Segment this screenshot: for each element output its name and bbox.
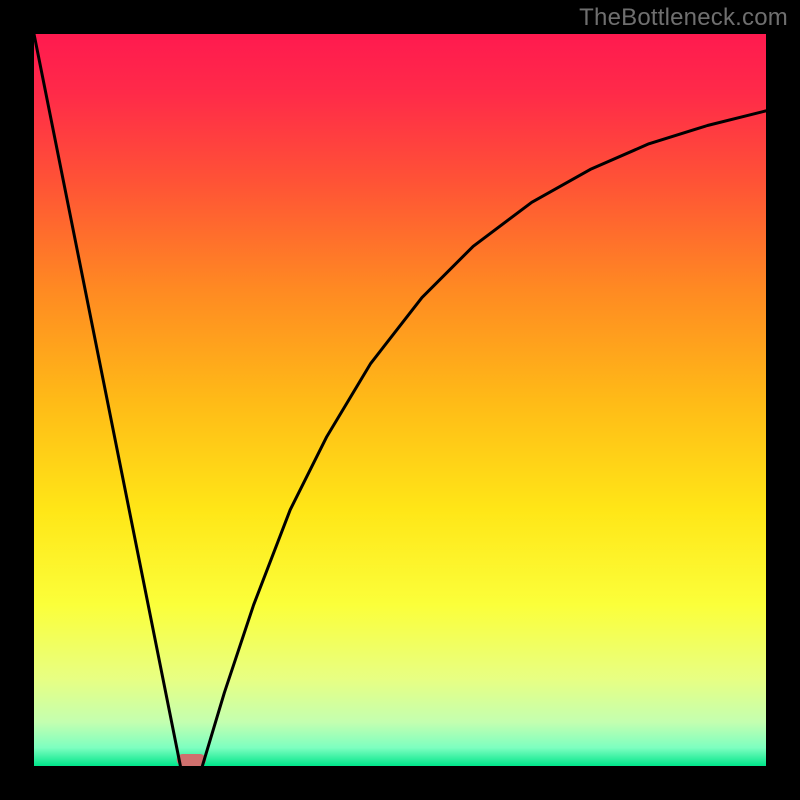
watermark-text: TheBottleneck.com <box>579 4 788 32</box>
chart-frame: TheBottleneck.com <box>0 0 800 800</box>
chart-background <box>34 34 766 766</box>
chart-plot <box>34 34 766 766</box>
